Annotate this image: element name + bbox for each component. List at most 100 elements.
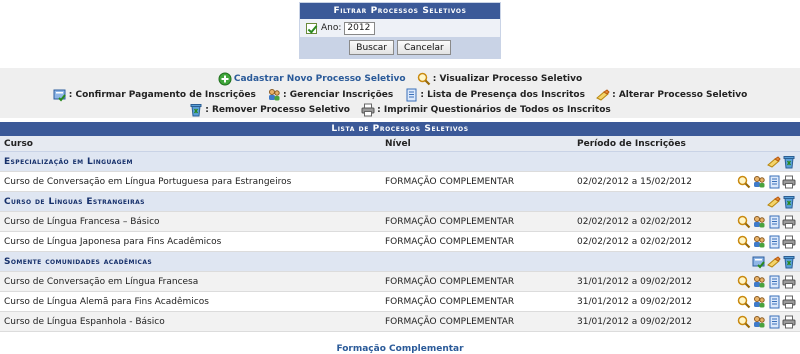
magnifier-icon[interactable] <box>737 275 751 289</box>
cell-curso: Curso de Língua Alemã para Fins Acadêmic… <box>4 296 209 307</box>
users-icon[interactable] <box>752 235 766 249</box>
table-row: Curso de Língua Alemã para Fins Acadêmic… <box>0 292 800 312</box>
attendance-list-icon[interactable] <box>767 175 781 189</box>
actions-legend: Cadastrar Novo Processo Seletivo : Visua… <box>0 68 800 118</box>
users-icon[interactable] <box>752 275 766 289</box>
printer-icon <box>361 103 375 117</box>
table-row: Curso de Língua Espanhola - Básico FORMA… <box>0 312 800 332</box>
magnifier-icon[interactable] <box>737 175 751 189</box>
confirm-payment-icon <box>53 88 67 102</box>
cell-curso: Curso de Língua Espanhola - Básico <box>4 316 165 327</box>
printer-icon[interactable] <box>782 175 796 189</box>
magnifier-icon[interactable] <box>737 235 751 249</box>
attendance-list-icon[interactable] <box>767 315 781 329</box>
cell-nivel: FORMAÇÃO COMPLEMENTAR <box>385 316 515 327</box>
cell-periodo: 02/02/2012 a 02/02/2012 <box>577 236 692 247</box>
filter-buttons: Buscar Cancelar <box>300 37 500 58</box>
users-icon <box>267 88 281 102</box>
legend-remover: : Remover Processo Seletivo <box>189 103 350 117</box>
legend-remover-label: : Remover Processo Seletivo <box>205 105 350 115</box>
printer-icon[interactable] <box>782 295 796 309</box>
year-input[interactable]: 2012 <box>344 21 376 35</box>
processos-table: Lista de Processos Seletivos Curso Nível… <box>0 122 800 332</box>
legend-visualizar-label: : Visualizar Processo Seletivo <box>432 74 583 84</box>
cell-curso: Curso de Conversação em Língua Portugues… <box>4 176 292 187</box>
attendance-list-icon[interactable] <box>767 275 781 289</box>
printer-icon[interactable] <box>782 235 796 249</box>
legend-cadastrar[interactable]: Cadastrar Novo Processo Seletivo <box>218 72 406 86</box>
buscar-button[interactable]: Buscar <box>349 40 394 55</box>
cell-nivel: FORMAÇÃO COMPLEMENTAR <box>385 276 515 287</box>
table-row: Curso de Língua Japonesa para Fins Acadê… <box>0 232 800 252</box>
edit-icon[interactable] <box>767 155 781 169</box>
cell-nivel: FORMAÇÃO COMPLEMENTAR <box>385 176 515 187</box>
header-nivel: Nível <box>385 138 411 149</box>
legend-alterar-label: : Alterar Processo Seletivo <box>612 90 748 100</box>
printer-icon[interactable] <box>782 315 796 329</box>
users-icon[interactable] <box>752 295 766 309</box>
add-icon <box>218 72 232 86</box>
table-header: Curso Nível Período de Inscrições <box>0 136 800 152</box>
group-name: Somente comunidades acadêmicas <box>4 256 153 267</box>
remove-icon[interactable] <box>782 155 796 169</box>
header-periodo: Período de Inscrições <box>577 138 686 149</box>
table-row: Curso de Conversação em Língua Francesa … <box>0 272 800 292</box>
edit-icon[interactable] <box>767 195 781 209</box>
filter-title: Filtrar Processos Seletivos <box>300 3 500 19</box>
magnifier-icon[interactable] <box>737 315 751 329</box>
cancelar-button[interactable]: Cancelar <box>397 40 451 55</box>
table-row: Curso de Conversação em Língua Portugues… <box>0 172 800 192</box>
cell-curso: Curso de Conversação em Língua Francesa <box>4 276 199 287</box>
legend-confirmar-label: : Confirmar Pagamento de Inscrições <box>68 90 256 100</box>
cell-nivel: FORMAÇÃO COMPLEMENTAR <box>385 236 515 247</box>
users-icon[interactable] <box>752 315 766 329</box>
attendance-list-icon[interactable] <box>767 295 781 309</box>
legend-alterar: : Alterar Processo Seletivo <box>596 88 747 102</box>
legend-presenca: : Lista de Presença dos Inscritos <box>404 88 585 102</box>
year-label: Ano: <box>321 23 342 33</box>
group-row: Especialização em Linguagem <box>0 152 800 172</box>
cell-nivel: FORMAÇÃO COMPLEMENTAR <box>385 296 515 307</box>
attendance-list-icon[interactable] <box>767 235 781 249</box>
printer-icon[interactable] <box>782 215 796 229</box>
legend-visualizar: : Visualizar Processo Seletivo <box>417 72 582 86</box>
footer-link[interactable]: Formação Complementar <box>0 344 800 354</box>
group-row: Somente comunidades acadêmicas <box>0 252 800 272</box>
confirm-payment-icon[interactable] <box>752 255 766 269</box>
attendance-list-icon <box>404 88 418 102</box>
group-name: Especialização em Linguagem <box>4 156 133 167</box>
header-curso: Curso <box>4 138 33 149</box>
remove-icon <box>189 103 203 117</box>
table-row: Curso de Língua Francesa – Básico FORMAÇ… <box>0 212 800 232</box>
legend-imprimir-label: : Imprimir Questionários de Todos os Ins… <box>377 105 611 115</box>
users-icon[interactable] <box>752 215 766 229</box>
magnifier-icon[interactable] <box>737 295 751 309</box>
legend-presenca-label: : Lista de Presença dos Inscritos <box>420 90 585 100</box>
year-checkbox[interactable] <box>306 22 317 34</box>
printer-icon[interactable] <box>782 275 796 289</box>
legend-gerenciar: : Gerenciar Inscrições <box>267 88 393 102</box>
table-caption: Lista de Processos Seletivos <box>0 122 800 136</box>
cell-periodo: 02/02/2012 a 15/02/2012 <box>577 176 692 187</box>
cell-nivel: FORMAÇÃO COMPLEMENTAR <box>385 216 515 227</box>
magnifier-icon[interactable] <box>737 215 751 229</box>
users-icon[interactable] <box>752 175 766 189</box>
group-row: Curso de Línguas Estrangeiras <box>0 192 800 212</box>
group-name: Curso de Línguas Estrangeiras <box>4 196 145 207</box>
legend-imprimir: : Imprimir Questionários de Todos os Ins… <box>361 103 611 117</box>
remove-icon[interactable] <box>782 255 796 269</box>
cell-periodo: 31/01/2012 a 09/02/2012 <box>577 316 692 327</box>
filter-panel: Filtrar Processos Seletivos Ano: 2012 Bu… <box>299 2 501 59</box>
remove-icon[interactable] <box>782 195 796 209</box>
cell-periodo: 31/01/2012 a 09/02/2012 <box>577 276 692 287</box>
cell-periodo: 31/01/2012 a 09/02/2012 <box>577 296 692 307</box>
edit-icon <box>596 88 610 102</box>
filter-year-row: Ano: 2012 <box>300 19 500 37</box>
cell-curso: Curso de Língua Francesa – Básico <box>4 216 160 227</box>
cadastrar-link[interactable]: Cadastrar Novo Processo Seletivo <box>234 74 406 84</box>
attendance-list-icon[interactable] <box>767 215 781 229</box>
cell-curso: Curso de Língua Japonesa para Fins Acadê… <box>4 236 222 247</box>
magnifier-icon <box>417 72 431 86</box>
cell-periodo: 02/02/2012 a 02/02/2012 <box>577 216 692 227</box>
edit-icon[interactable] <box>767 255 781 269</box>
